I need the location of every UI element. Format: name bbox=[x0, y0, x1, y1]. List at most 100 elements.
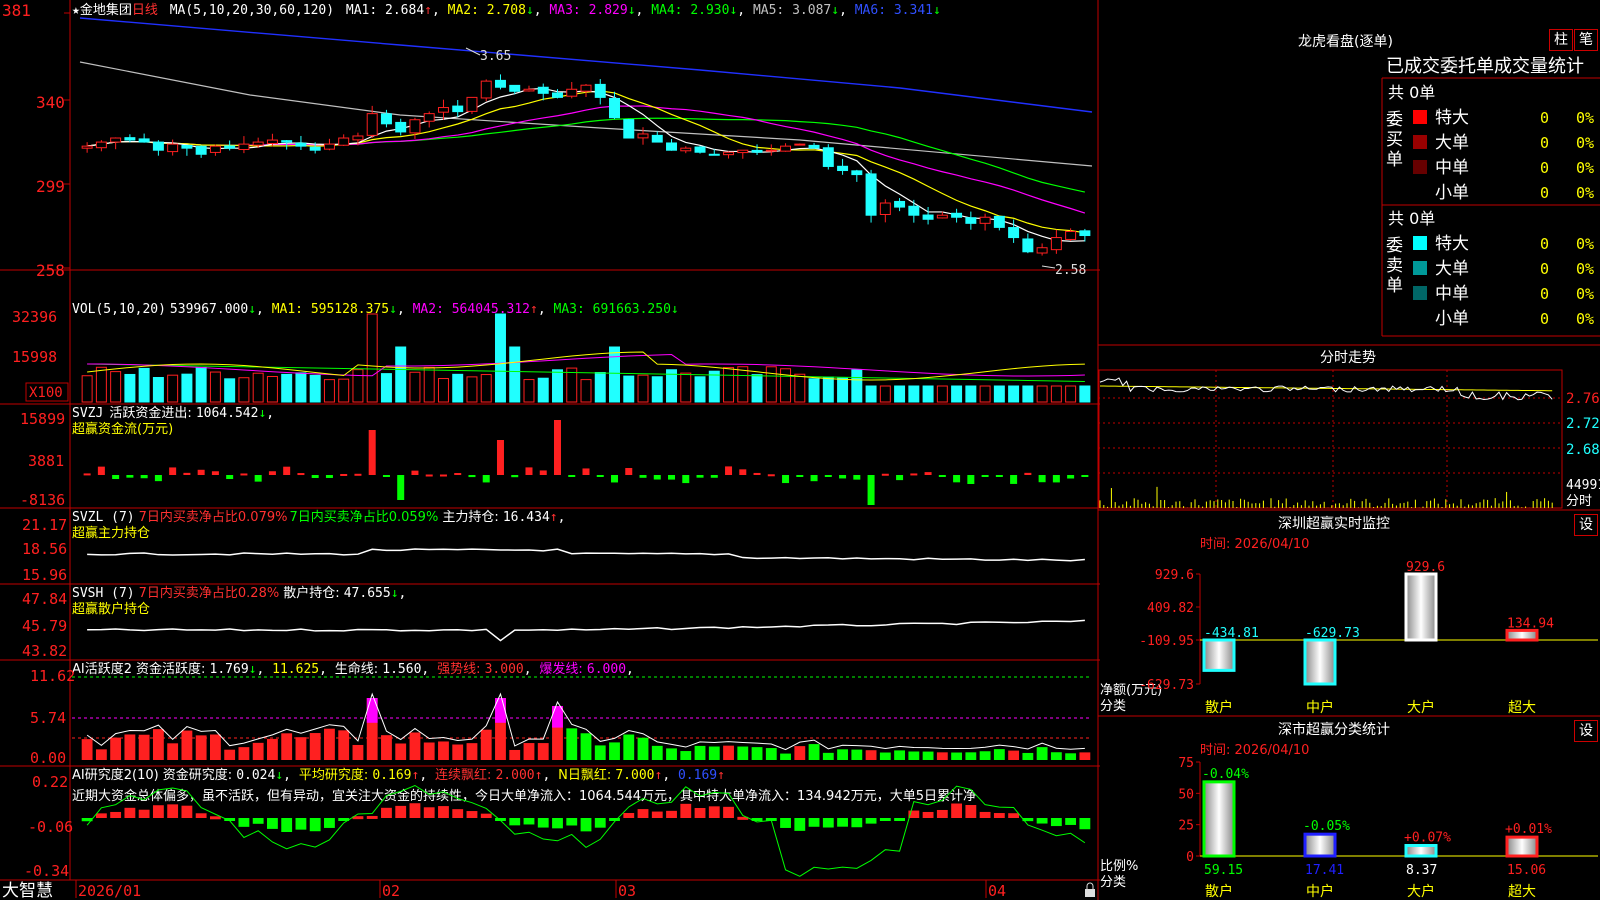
sz-class-axis-label2: 分类 bbox=[1100, 875, 1126, 890]
dragon-buy-pct-1: 0% bbox=[1576, 134, 1594, 152]
szc-bar-3 bbox=[1505, 835, 1539, 858]
candle-body bbox=[452, 105, 464, 113]
ai-active-bars[interactable] bbox=[72, 676, 1092, 760]
svzj-bar bbox=[482, 475, 490, 483]
svzj-bar bbox=[511, 475, 519, 478]
szc-y-tick-0: 75 bbox=[1178, 756, 1194, 771]
svzl-main-line bbox=[87, 548, 1085, 562]
ai-research-bar bbox=[894, 818, 905, 821]
bar-view-button[interactable]: 柱 bbox=[1549, 29, 1573, 51]
dragon-buy-swatch-3 bbox=[1413, 185, 1427, 199]
candle-body bbox=[1079, 230, 1091, 237]
vol-bar bbox=[1065, 385, 1077, 403]
dragon-sell-pct-0: 0% bbox=[1576, 235, 1594, 253]
candle-body bbox=[637, 133, 649, 139]
svzj-bars[interactable] bbox=[83, 420, 1089, 505]
szm-bar-2 bbox=[1404, 572, 1438, 642]
svzj-bar bbox=[297, 473, 305, 476]
szc-value-0: 59.15 bbox=[1204, 863, 1243, 878]
candle-body bbox=[380, 113, 392, 125]
szc-y-tick-1: 50 bbox=[1178, 787, 1194, 802]
ai-active-bar bbox=[822, 752, 834, 760]
ai-active-y-tick-mid: 5.74 bbox=[30, 709, 66, 727]
candle-body bbox=[894, 200, 906, 208]
szc-category-1: 中户 bbox=[1306, 883, 1334, 900]
kline-stock-name: 金地集团 bbox=[80, 2, 132, 18]
vol-bar bbox=[224, 378, 236, 403]
chart-canvas[interactable]: 381 340 299 258 ★金地集团日线 MA(5,10,20,30,60… bbox=[0, 0, 1600, 900]
dragon-buy-swatch-1 bbox=[1413, 135, 1427, 149]
svzl-line[interactable] bbox=[87, 548, 1085, 562]
ai-research-bar bbox=[879, 818, 891, 821]
ai-active-bar bbox=[124, 734, 136, 760]
szm-y-tick-0: 929.6 bbox=[1155, 568, 1194, 583]
intraday-chart[interactable] bbox=[1098, 369, 1563, 510]
vol-bar bbox=[737, 366, 749, 403]
sz-class-axis-label1: 比例% bbox=[1100, 859, 1138, 874]
ai-research-bar bbox=[152, 805, 164, 818]
candle-body bbox=[409, 119, 421, 134]
ai-active-y-tick-bot: 0.00 bbox=[30, 749, 66, 767]
szm-category-3: 超大 bbox=[1508, 700, 1536, 716]
ai-active-bar bbox=[723, 745, 734, 760]
svzj-bar bbox=[682, 475, 690, 484]
vol-bar bbox=[138, 367, 150, 403]
szm-y-tick-1: 409.82 bbox=[1147, 601, 1194, 616]
dragon-sell-total: 共 0单 bbox=[1388, 209, 1435, 228]
dragon-sell-pct-1: 0% bbox=[1576, 260, 1594, 278]
svzj-bar bbox=[953, 475, 961, 483]
candle-body bbox=[480, 80, 492, 99]
svzj-bar bbox=[112, 475, 120, 480]
vol-ma3-line bbox=[87, 363, 1085, 382]
ai-research-bar bbox=[723, 806, 734, 818]
svsh-line[interactable] bbox=[87, 619, 1085, 642]
dragon-sell-count-2: 0 bbox=[1540, 285, 1549, 303]
candle-body bbox=[951, 212, 963, 218]
ai-active-bar bbox=[623, 734, 635, 760]
ai-research-bar bbox=[936, 809, 948, 818]
sz-class-settings-button[interactable]: 设 bbox=[1574, 720, 1598, 742]
svzj-bar bbox=[810, 475, 818, 482]
ai-research-bar bbox=[438, 806, 449, 818]
svzj-bar bbox=[596, 475, 604, 477]
svzj-bar bbox=[668, 475, 676, 480]
szm-value-1: -629.73 bbox=[1305, 626, 1360, 641]
svzj-bar bbox=[725, 466, 733, 475]
svzl-y-tick-bot: 15.96 bbox=[22, 566, 67, 584]
svzl-y-tick-mid: 18.56 bbox=[22, 540, 67, 558]
pen-view-button[interactable]: 笔 bbox=[1574, 29, 1598, 51]
candle-body bbox=[723, 151, 735, 156]
candle-body bbox=[95, 141, 107, 149]
kline-header: ★金地集团日线 MA(5,10,20,30,60,120) MA1: 2.684… bbox=[72, 2, 941, 18]
date-axis-ticks bbox=[75, 880, 987, 898]
candle-body bbox=[252, 141, 264, 146]
vol-bar bbox=[1079, 385, 1091, 403]
ai-research-bar bbox=[381, 807, 392, 818]
ai-active-bar bbox=[951, 752, 963, 760]
szm-bar-3 bbox=[1505, 628, 1539, 642]
candle-body bbox=[295, 142, 307, 147]
kline-y-tick-381: 381 bbox=[2, 1, 31, 20]
svsh-y-tick-mid: 45.79 bbox=[22, 617, 67, 635]
svzj-bar bbox=[1024, 472, 1032, 475]
svzj-bar bbox=[140, 475, 148, 479]
dragon-sell-label: 委卖单 bbox=[1386, 236, 1403, 296]
svzj-bar bbox=[454, 473, 462, 476]
svzj-bar bbox=[653, 475, 661, 480]
vol-bars[interactable] bbox=[81, 313, 1091, 403]
ma6-line bbox=[79, 17, 1093, 113]
candle-body bbox=[808, 144, 820, 149]
lock-icon[interactable] bbox=[1085, 882, 1095, 897]
vol-bar bbox=[580, 379, 592, 403]
vol-bar bbox=[751, 374, 763, 403]
kline-candles[interactable] bbox=[79, 17, 1093, 256]
ai-active-bar bbox=[993, 749, 1005, 760]
sz-monitor-settings-button[interactable]: 设 bbox=[1574, 514, 1598, 536]
svzj-bar bbox=[582, 468, 590, 475]
ai-research-bar bbox=[965, 805, 977, 818]
ai-research-bar bbox=[637, 809, 649, 818]
vol-bar bbox=[423, 366, 435, 403]
ai-research-bar bbox=[209, 816, 221, 820]
ai-active-bar bbox=[651, 745, 663, 760]
svzj-bar bbox=[568, 475, 576, 477]
